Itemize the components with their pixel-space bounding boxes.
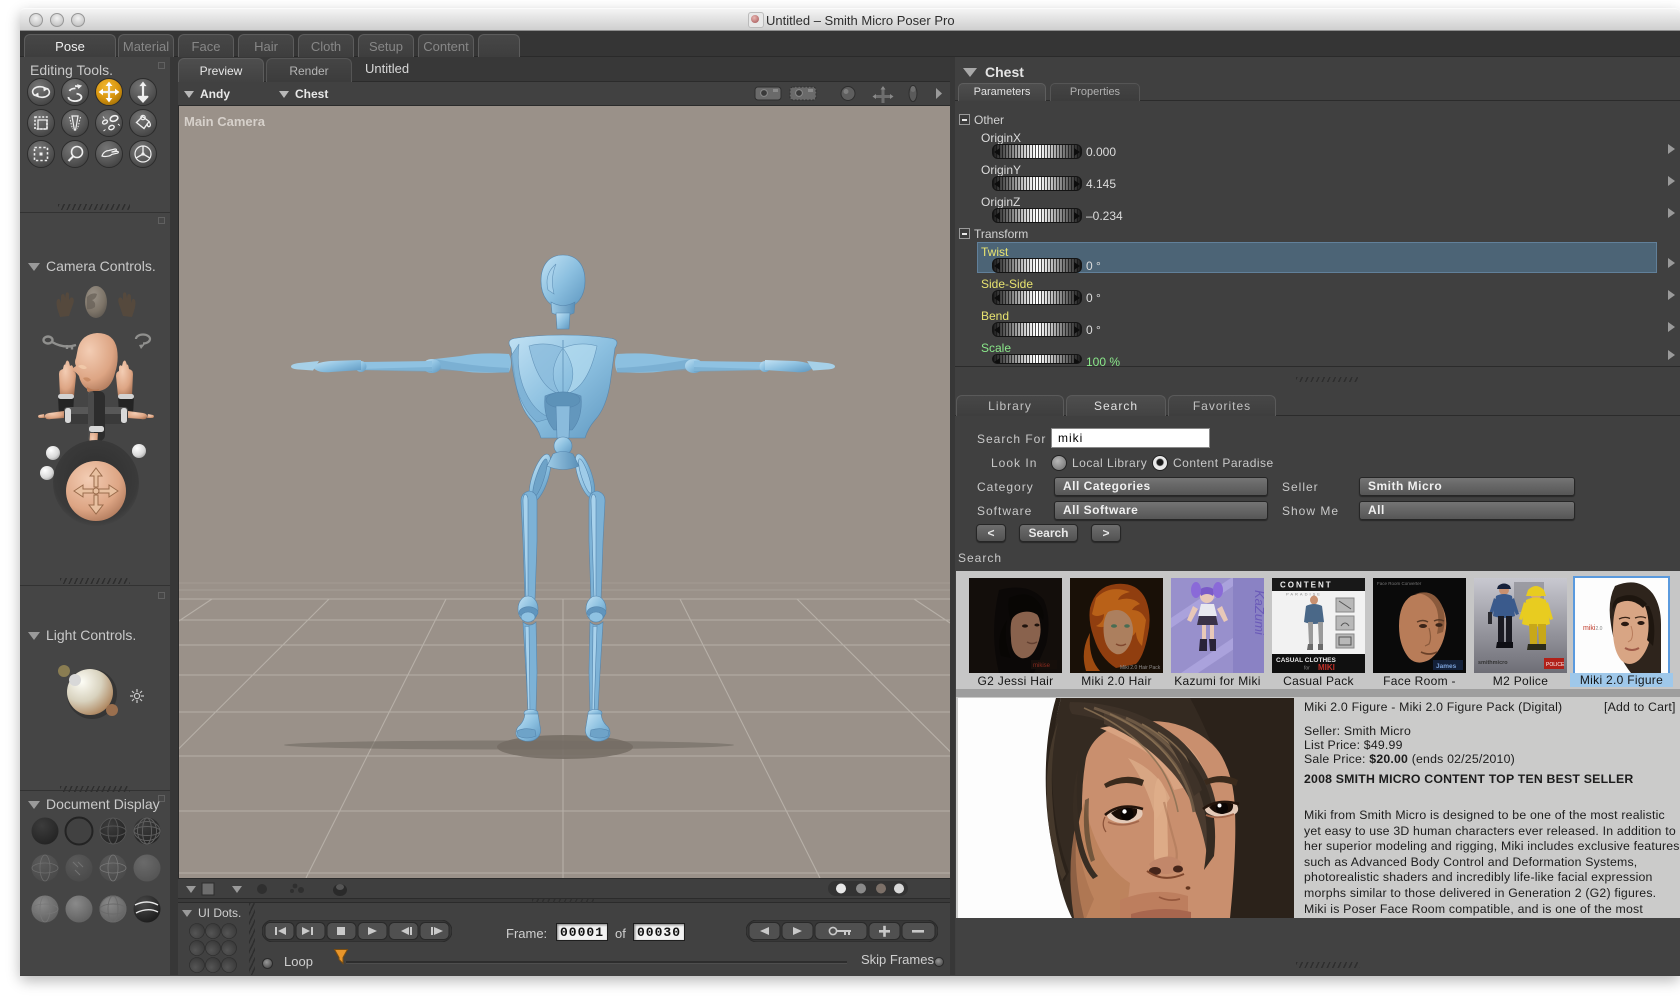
svg-text:CONTENT: CONTENT [1280, 581, 1333, 590]
svg-text:KaZumi: KaZumi [1252, 590, 1264, 636]
svg-text:PARADISE: PARADISE [1286, 592, 1322, 597]
svg-text:Face Room Converter: Face Room Converter [1377, 581, 1422, 586]
svg-text:for: for [1304, 666, 1310, 672]
svg-text:POLICE: POLICE [1546, 662, 1565, 668]
svg-text:smithmicro: smithmicro [1478, 660, 1508, 666]
svg-text:miki2.0: miki2.0 [1583, 625, 1603, 632]
svg-text:MIKI: MIKI [1318, 663, 1335, 672]
svg-text:Main Camera: Main Camera [184, 114, 266, 129]
svg-text:James: James [1436, 663, 1457, 670]
